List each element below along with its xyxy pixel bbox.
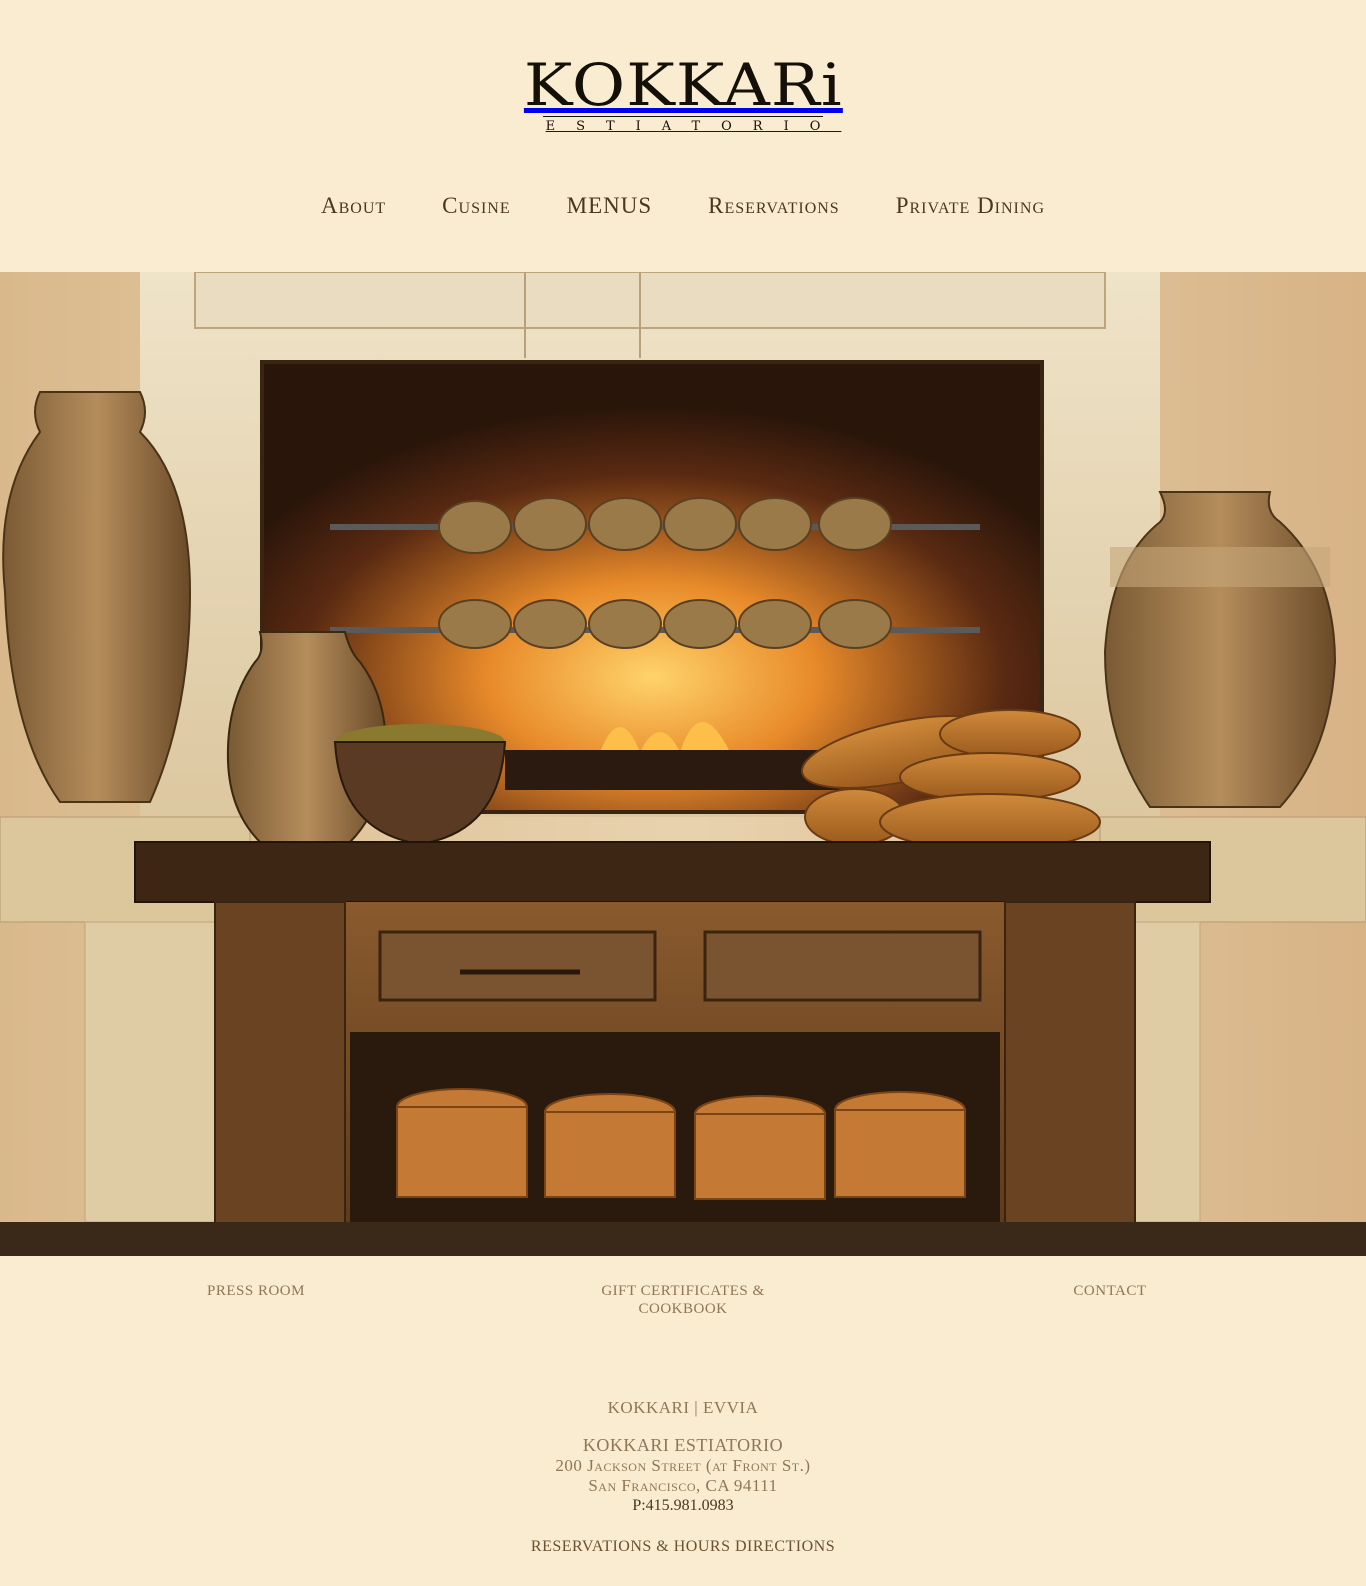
gift-certificates-link[interactable]: GIFT CERTIFICATES & COOKBOOK — [593, 1282, 773, 1318]
logo-subtitle: ESTIATORIO — [545, 119, 842, 134]
nav-item-cusine[interactable]: Cusine — [442, 193, 510, 219]
directions-link[interactable]: DIRECTIONS — [735, 1538, 835, 1555]
nav-item-about[interactable]: About — [321, 193, 386, 219]
brand-links: KOKKARI | EVVIA — [0, 1398, 1366, 1418]
nav-item-reservations[interactable]: Reservations — [708, 193, 840, 219]
press-room-link[interactable]: PRESS ROOM — [196, 1282, 316, 1300]
address-block: KOKKARI | EVVIA KOKKARI ESTIATORIO 200 J… — [0, 1398, 1366, 1556]
evvia-link[interactable]: EVVIA — [703, 1398, 758, 1417]
street-address: 200 Jackson Street (at Front St.) — [555, 1456, 811, 1475]
logo-wrap: KOKKARi ESTIATORIO — [0, 56, 1366, 142]
address-links: RESERVATIONS & HOURS DIRECTIONS — [0, 1538, 1366, 1556]
footer-links: PRESS ROOM GIFT CERTIFICATES & COOKBOOK … — [0, 1282, 1366, 1322]
hero-image — [0, 272, 1366, 1256]
city-address: San Francisco, CA 94111 — [588, 1476, 778, 1495]
kokkari-link[interactable]: KOKKARI — [608, 1398, 690, 1417]
hero-fireplace-illustration — [0, 272, 1366, 1256]
site-logo[interactable]: KOKKARi ESTIATORIO — [523, 51, 843, 142]
nav-item-menus[interactable]: MENUS — [567, 193, 653, 219]
contact-link[interactable]: CONTACT — [1060, 1282, 1160, 1300]
phone-number[interactable]: P:415.981.0983 — [0, 1496, 1366, 1516]
main-nav: About Cusine MENUS Reservations Private … — [0, 193, 1366, 219]
page: KOKKARi ESTIATORIO About Cusine MENUS Re… — [0, 0, 1366, 1586]
reservations-hours-link[interactable]: RESERVATIONS & HOURS — [531, 1538, 731, 1555]
nav-item-private-dining[interactable]: Private Dining — [896, 193, 1045, 219]
restaurant-name: KOKKARI ESTIATORIO — [582, 1435, 784, 1455]
brand-separator: | — [689, 1398, 703, 1417]
logo-wordmark: KOKKARi — [523, 51, 843, 119]
